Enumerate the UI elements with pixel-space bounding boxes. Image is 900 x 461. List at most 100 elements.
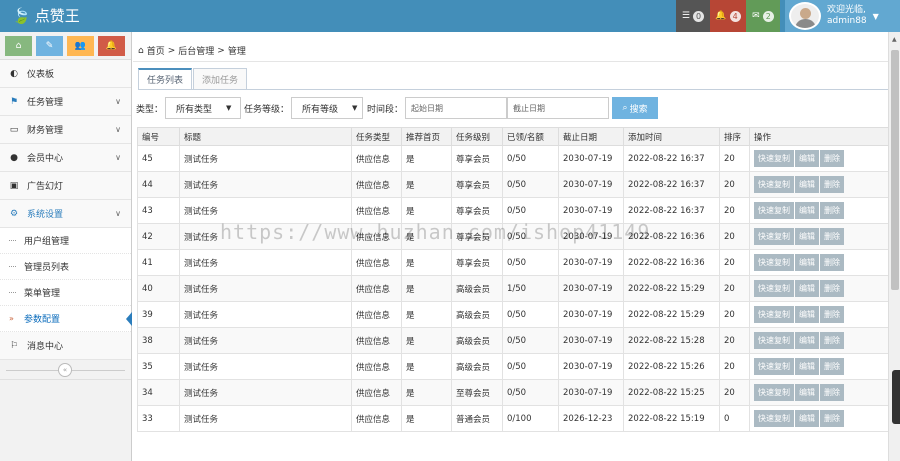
delete-button[interactable]: 删除	[820, 150, 844, 167]
sidebar-item-finance[interactable]: ▭ 财务管理 ∨	[0, 116, 131, 144]
side-widget[interactable]	[892, 370, 900, 424]
cell-id: 45	[137, 145, 180, 172]
cell-created: 2022-08-22 15:29	[623, 275, 720, 302]
sidebar-subitem-label: 用户组管理	[24, 237, 70, 247]
delete-button[interactable]: 删除	[820, 358, 844, 375]
tab-task-list[interactable]: 任务列表	[138, 68, 193, 90]
search-button[interactable]: ⌕ 搜索	[612, 97, 659, 119]
sidebar-subitem-admins[interactable]: 管理员列表	[0, 254, 131, 280]
quick-copy-button[interactable]: 快速复制	[754, 228, 794, 245]
task-table: 编号 标题 任务类型 推荐首页 任务级别 已领/名额 截止日期 添加时间 排序 操作 45 测试任务…	[137, 127, 888, 432]
edit-button[interactable]: 编辑	[795, 176, 819, 193]
gear-icon: ⚙	[9, 208, 19, 219]
cell-created: 2022-08-22 15:28	[623, 327, 720, 354]
sidebar-item-settings[interactable]: ⚙ 系统设置 ∨	[0, 200, 131, 228]
breadcrumb-home[interactable]: 首页	[147, 44, 165, 57]
cell-title: 测试任务	[179, 249, 352, 276]
cell-quota: 0/50	[502, 171, 559, 198]
cell-quota: 1/50	[502, 275, 559, 302]
cell-created: 2022-08-22 16:36	[623, 249, 720, 276]
quick-copy-button[interactable]: 快速复制	[754, 150, 794, 167]
delete-button[interactable]: 删除	[820, 228, 844, 245]
cell-level: 尊享会员	[451, 171, 503, 198]
chevron-down-icon: ∨	[115, 125, 121, 134]
tasks-dropdown[interactable]: ☰ 0	[676, 0, 710, 32]
delete-button[interactable]: 删除	[820, 306, 844, 323]
quick-copy-button[interactable]: 快速复制	[754, 384, 794, 401]
scroll-up-icon[interactable]: ▲	[892, 36, 897, 43]
dashboard-icon: ◐	[10, 68, 18, 79]
cell-deadline: 2026-12-23	[558, 405, 624, 432]
leaf-icon: 🍃	[12, 6, 31, 25]
cell-recommended: 是	[401, 379, 452, 406]
delete-button[interactable]: 删除	[820, 280, 844, 297]
delete-button[interactable]: 删除	[820, 176, 844, 193]
edit-button[interactable]: 编辑	[795, 150, 819, 167]
sidebar-item-tasks[interactable]: ⚑ 任务管理 ∨	[0, 88, 131, 116]
edit-button[interactable]: 编辑	[795, 358, 819, 375]
quick-copy-button[interactable]: 快速复制	[754, 202, 794, 219]
type-select[interactable]: 所有类型 ▼	[165, 97, 242, 119]
edit-button[interactable]: 编辑	[795, 384, 819, 401]
collapse-icon[interactable]: «	[58, 363, 72, 377]
sidebar-item-members[interactable]: ● 会员中心 ∨	[0, 144, 131, 172]
cell-level: 高级会员	[451, 327, 503, 354]
quick-copy-button[interactable]: 快速复制	[754, 358, 794, 375]
caret-down-icon: ▼	[226, 104, 232, 112]
angle-right-icon: »	[9, 314, 14, 323]
notifications-dropdown[interactable]: 🔔 4	[710, 0, 746, 32]
quick-copy-button[interactable]: 快速复制	[754, 176, 794, 193]
quick-copy-button[interactable]: 快速复制	[754, 254, 794, 271]
user-icon: ●	[10, 152, 18, 163]
edit-button[interactable]: 编辑	[795, 410, 819, 427]
shortcut-users[interactable]: 👥	[67, 36, 94, 56]
edit-button[interactable]: 编辑	[795, 202, 819, 219]
edit-button[interactable]: 编辑	[795, 280, 819, 297]
breadcrumb-level1[interactable]: 后台管理	[178, 44, 214, 57]
breadcrumb: ⌂ 首页 > 后台管理 > 管理	[133, 40, 888, 62]
tab-add-task[interactable]: 添加任务	[193, 68, 248, 90]
column-header: 任务级别	[451, 127, 503, 146]
cell-quota: 0/50	[502, 301, 559, 328]
scroll-thumb[interactable]	[891, 50, 899, 290]
brand[interactable]: 🍃 点赞王	[12, 5, 80, 26]
end-date-input[interactable]: 截止日期	[507, 97, 610, 119]
cell-actions: 快速复制 编辑 删除	[749, 249, 888, 276]
user-menu[interactable]: 欢迎光临, admin88 ▼	[785, 0, 900, 32]
sidebar-subitem-menus[interactable]: 菜单管理	[0, 280, 131, 306]
cell-sort: 20	[719, 145, 750, 172]
delete-button[interactable]: 删除	[820, 202, 844, 219]
edit-button[interactable]: 编辑	[795, 228, 819, 245]
delete-button[interactable]: 删除	[820, 384, 844, 401]
column-header: 标题	[179, 127, 352, 146]
cell-recommended: 是	[401, 405, 452, 432]
delete-button[interactable]: 删除	[820, 410, 844, 427]
start-date-input[interactable]: 起始日期	[405, 97, 508, 119]
cell-type: 供应信息	[351, 353, 402, 380]
quick-copy-button[interactable]: 快速复制	[754, 306, 794, 323]
table-row: 45 测试任务 供应信息是尊享会员 0/50 2030-07-19 2022-08-22 …	[137, 145, 888, 172]
edit-button[interactable]: 编辑	[795, 306, 819, 323]
quick-copy-button[interactable]: 快速复制	[754, 410, 794, 427]
sidebar-subitem-params[interactable]: » 参数配置	[0, 306, 132, 332]
cell-sort: 20	[719, 171, 750, 198]
shortcut-edit[interactable]: ✎	[36, 36, 63, 56]
cell-recommended: 是	[401, 171, 452, 198]
delete-button[interactable]: 删除	[820, 254, 844, 271]
edit-button[interactable]: 编辑	[795, 332, 819, 349]
level-select[interactable]: 所有等级 ▼	[291, 97, 364, 119]
sidebar-item-ads[interactable]: ▣ 广告幻灯	[0, 172, 131, 200]
table-row: 38 测试任务 供应信息是高级会员 0/50 2030-07-19 2022-08-22 …	[137, 327, 888, 354]
breadcrumb-sep: >	[167, 45, 176, 56]
delete-button[interactable]: 删除	[820, 332, 844, 349]
quick-copy-button[interactable]: 快速复制	[754, 280, 794, 297]
sidebar-subitem-user-groups[interactable]: 用户组管理	[0, 228, 131, 254]
cell-level: 高级会员	[451, 301, 503, 328]
shortcut-alerts[interactable]: 🔔	[98, 36, 125, 56]
shortcut-home[interactable]: ⌂	[5, 36, 32, 56]
sidebar-item-dashboard[interactable]: ◐ 仪表板	[0, 60, 131, 88]
sidebar-item-messages[interactable]: ⚐ 消息中心	[0, 332, 131, 360]
messages-dropdown[interactable]: ✉ 2	[746, 0, 780, 32]
quick-copy-button[interactable]: 快速复制	[754, 332, 794, 349]
edit-button[interactable]: 编辑	[795, 254, 819, 271]
